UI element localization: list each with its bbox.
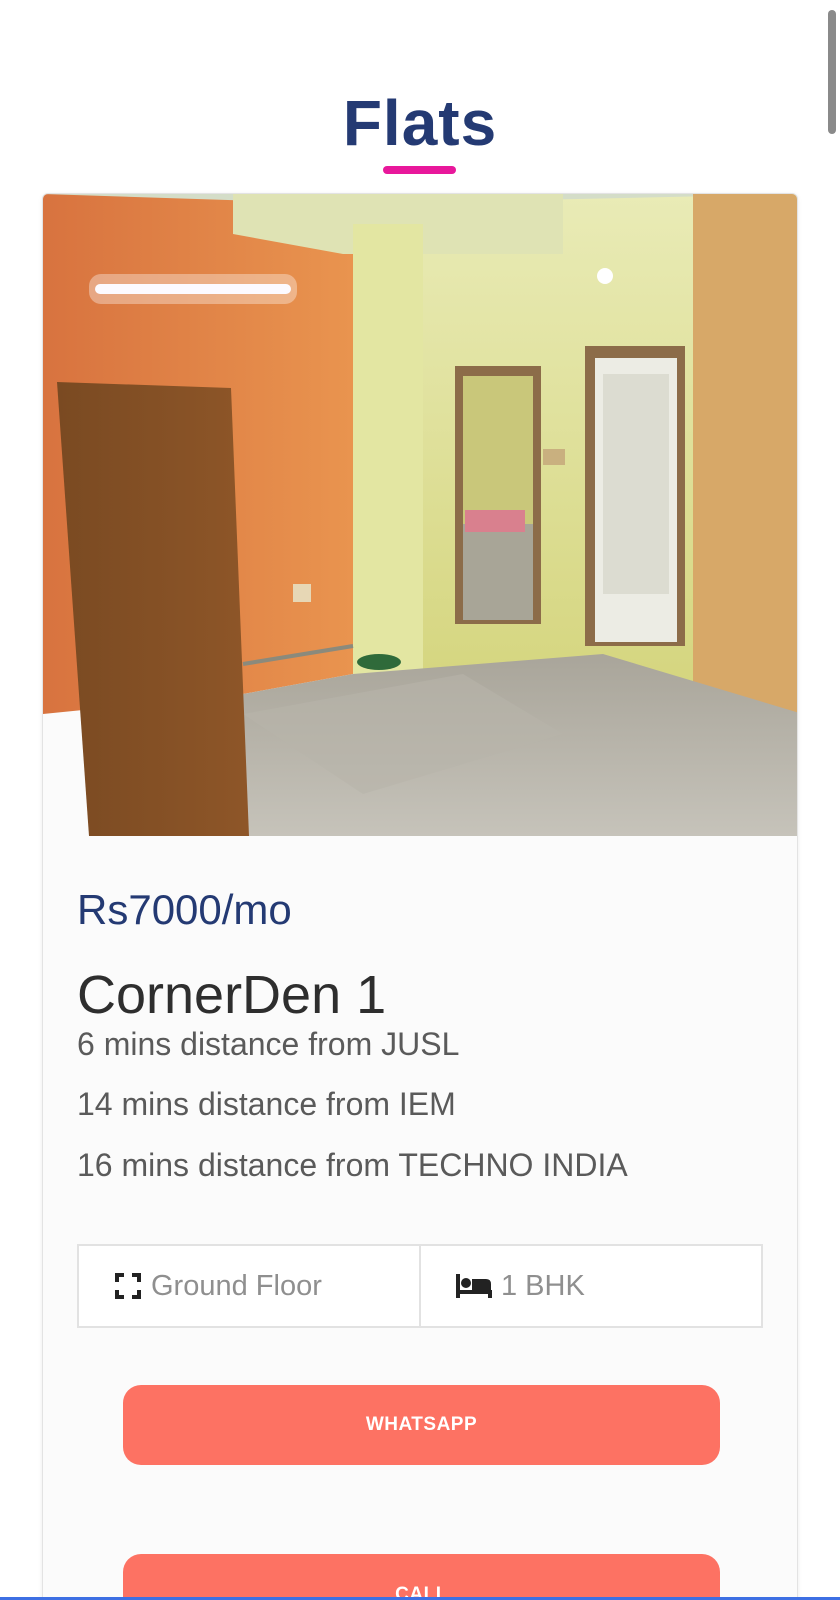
page-title: Flats [342, 87, 498, 159]
bhk-label: 1 BHK [501, 1269, 585, 1302]
feature-table: Ground Floor 1 BHK [77, 1244, 763, 1328]
flat-name: CornerDen 1 [77, 965, 387, 1025]
distance-text: 14 mins distance from IEM [77, 1086, 456, 1122]
listing-card: Rs7000/mo CornerDen 1 6 mins distance fr… [42, 193, 798, 1600]
distance-text: 16 mins distance from TECHNO INDIA [77, 1147, 628, 1183]
bed-icon [455, 1271, 493, 1301]
rent-price: Rs7000/mo [77, 886, 292, 933]
whatsapp-button[interactable]: WHATSAPP [123, 1385, 720, 1465]
flat-photo [43, 194, 797, 836]
call-button[interactable]: CALL [123, 1554, 720, 1600]
floor-feature: Ground Floor [79, 1246, 419, 1326]
floor-label: Ground Floor [151, 1269, 322, 1302]
bhk-feature: 1 BHK [419, 1246, 761, 1326]
title-underline [383, 166, 456, 174]
expand-icon [113, 1271, 143, 1301]
distance-text: 6 mins distance from JUSL [77, 1026, 460, 1062]
